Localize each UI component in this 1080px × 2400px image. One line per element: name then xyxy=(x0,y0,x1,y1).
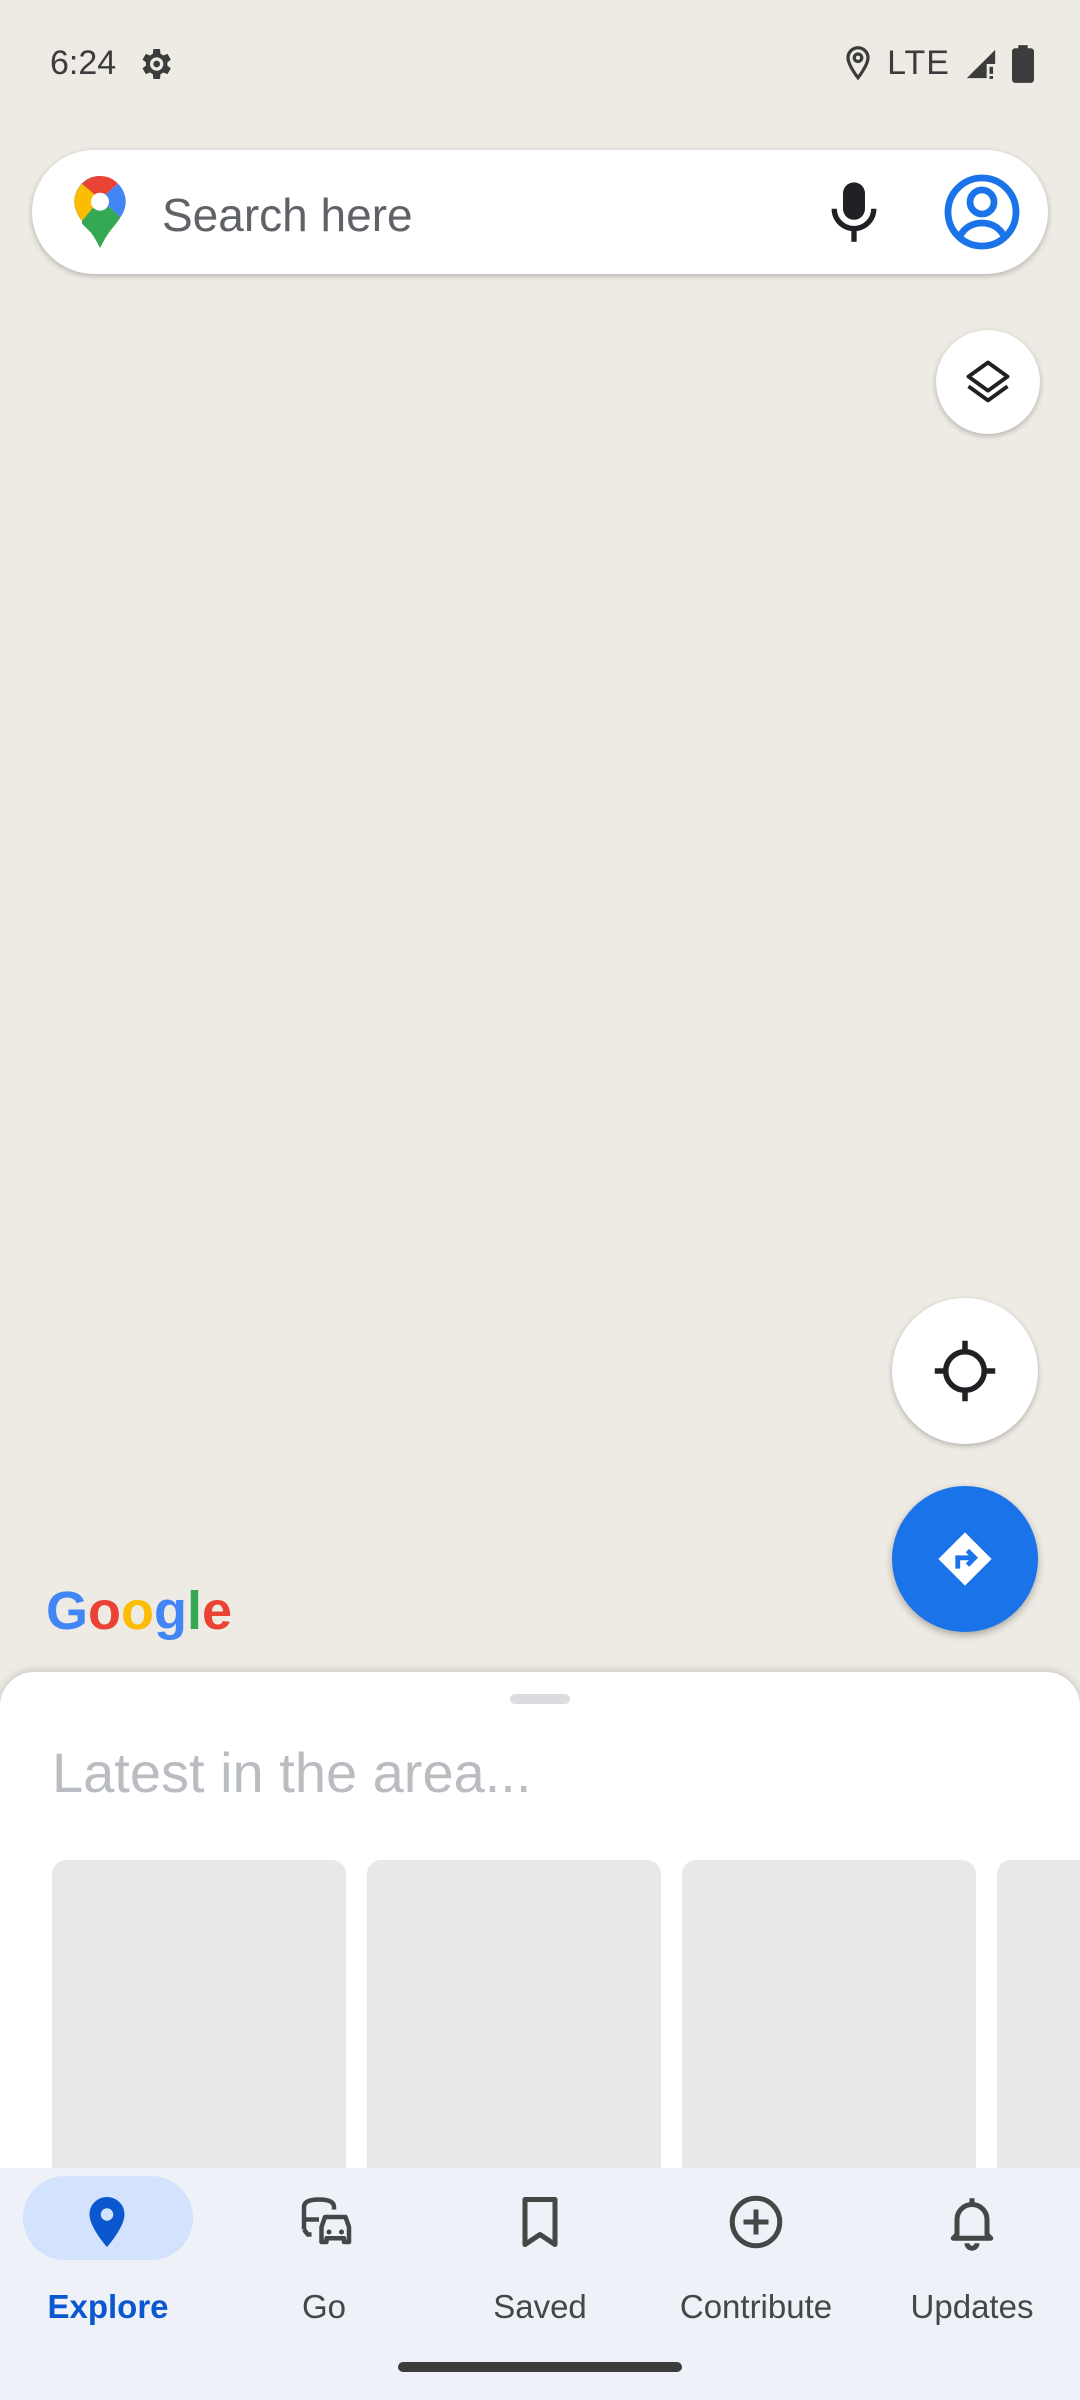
nav-explore[interactable]: Explore xyxy=(0,2176,216,2326)
placeholder-card[interactable] xyxy=(52,1860,346,2172)
nav-updates-label: Updates xyxy=(910,2288,1034,2325)
location-status-icon xyxy=(846,45,870,80)
nav-go-label: Go xyxy=(301,2288,347,2325)
settings-gear-icon xyxy=(142,49,171,79)
search-bar[interactable]: Search here xyxy=(32,150,1048,274)
bell-icon xyxy=(950,2198,994,2251)
placeholder-card[interactable] xyxy=(682,1860,976,2172)
google-maps-logo-icon xyxy=(74,176,126,248)
bookmark-icon xyxy=(522,2197,558,2247)
pin-icon xyxy=(89,2197,125,2247)
crosshair-icon xyxy=(934,1340,996,1402)
nav-explore-label: Explore xyxy=(47,2288,169,2325)
directions-button[interactable] xyxy=(892,1486,1038,1632)
nav-contribute-label: Contribute xyxy=(679,2288,833,2325)
placeholder-card[interactable] xyxy=(367,1860,661,2172)
battery-icon xyxy=(1012,44,1034,83)
home-gesture-bar[interactable] xyxy=(398,2362,682,2372)
account-icon[interactable] xyxy=(942,172,1022,252)
latest-bottom-sheet[interactable]: Latest in the area... xyxy=(0,1672,1080,2172)
search-input[interactable]: Search here xyxy=(162,188,413,242)
signal-icon xyxy=(966,49,996,79)
google-watermark: Google xyxy=(46,1581,233,1641)
my-location-button[interactable] xyxy=(892,1298,1038,1444)
nav-saved-label: Saved xyxy=(493,2288,587,2325)
sheet-title: Latest in the area... xyxy=(52,1741,532,1804)
layers-button[interactable] xyxy=(936,330,1040,434)
status-bar: 6:24 LTE xyxy=(0,0,1080,128)
nav-go[interactable]: Go xyxy=(216,2176,432,2326)
status-time: 6:24 xyxy=(50,44,117,82)
add-circle-icon xyxy=(729,2195,783,2249)
microphone-icon[interactable] xyxy=(826,178,882,244)
commute-icon xyxy=(301,2197,352,2245)
nav-contribute[interactable]: Contribute xyxy=(648,2176,864,2326)
layers-icon xyxy=(966,360,1010,403)
placeholder-card[interactable] xyxy=(997,1860,1080,2172)
nav-saved[interactable]: Saved xyxy=(432,2176,648,2326)
nav-updates[interactable]: Updates xyxy=(864,2176,1080,2326)
directions-icon xyxy=(938,1532,992,1586)
sheet-drag-handle[interactable] xyxy=(510,1694,570,1704)
network-type: LTE xyxy=(887,44,950,82)
